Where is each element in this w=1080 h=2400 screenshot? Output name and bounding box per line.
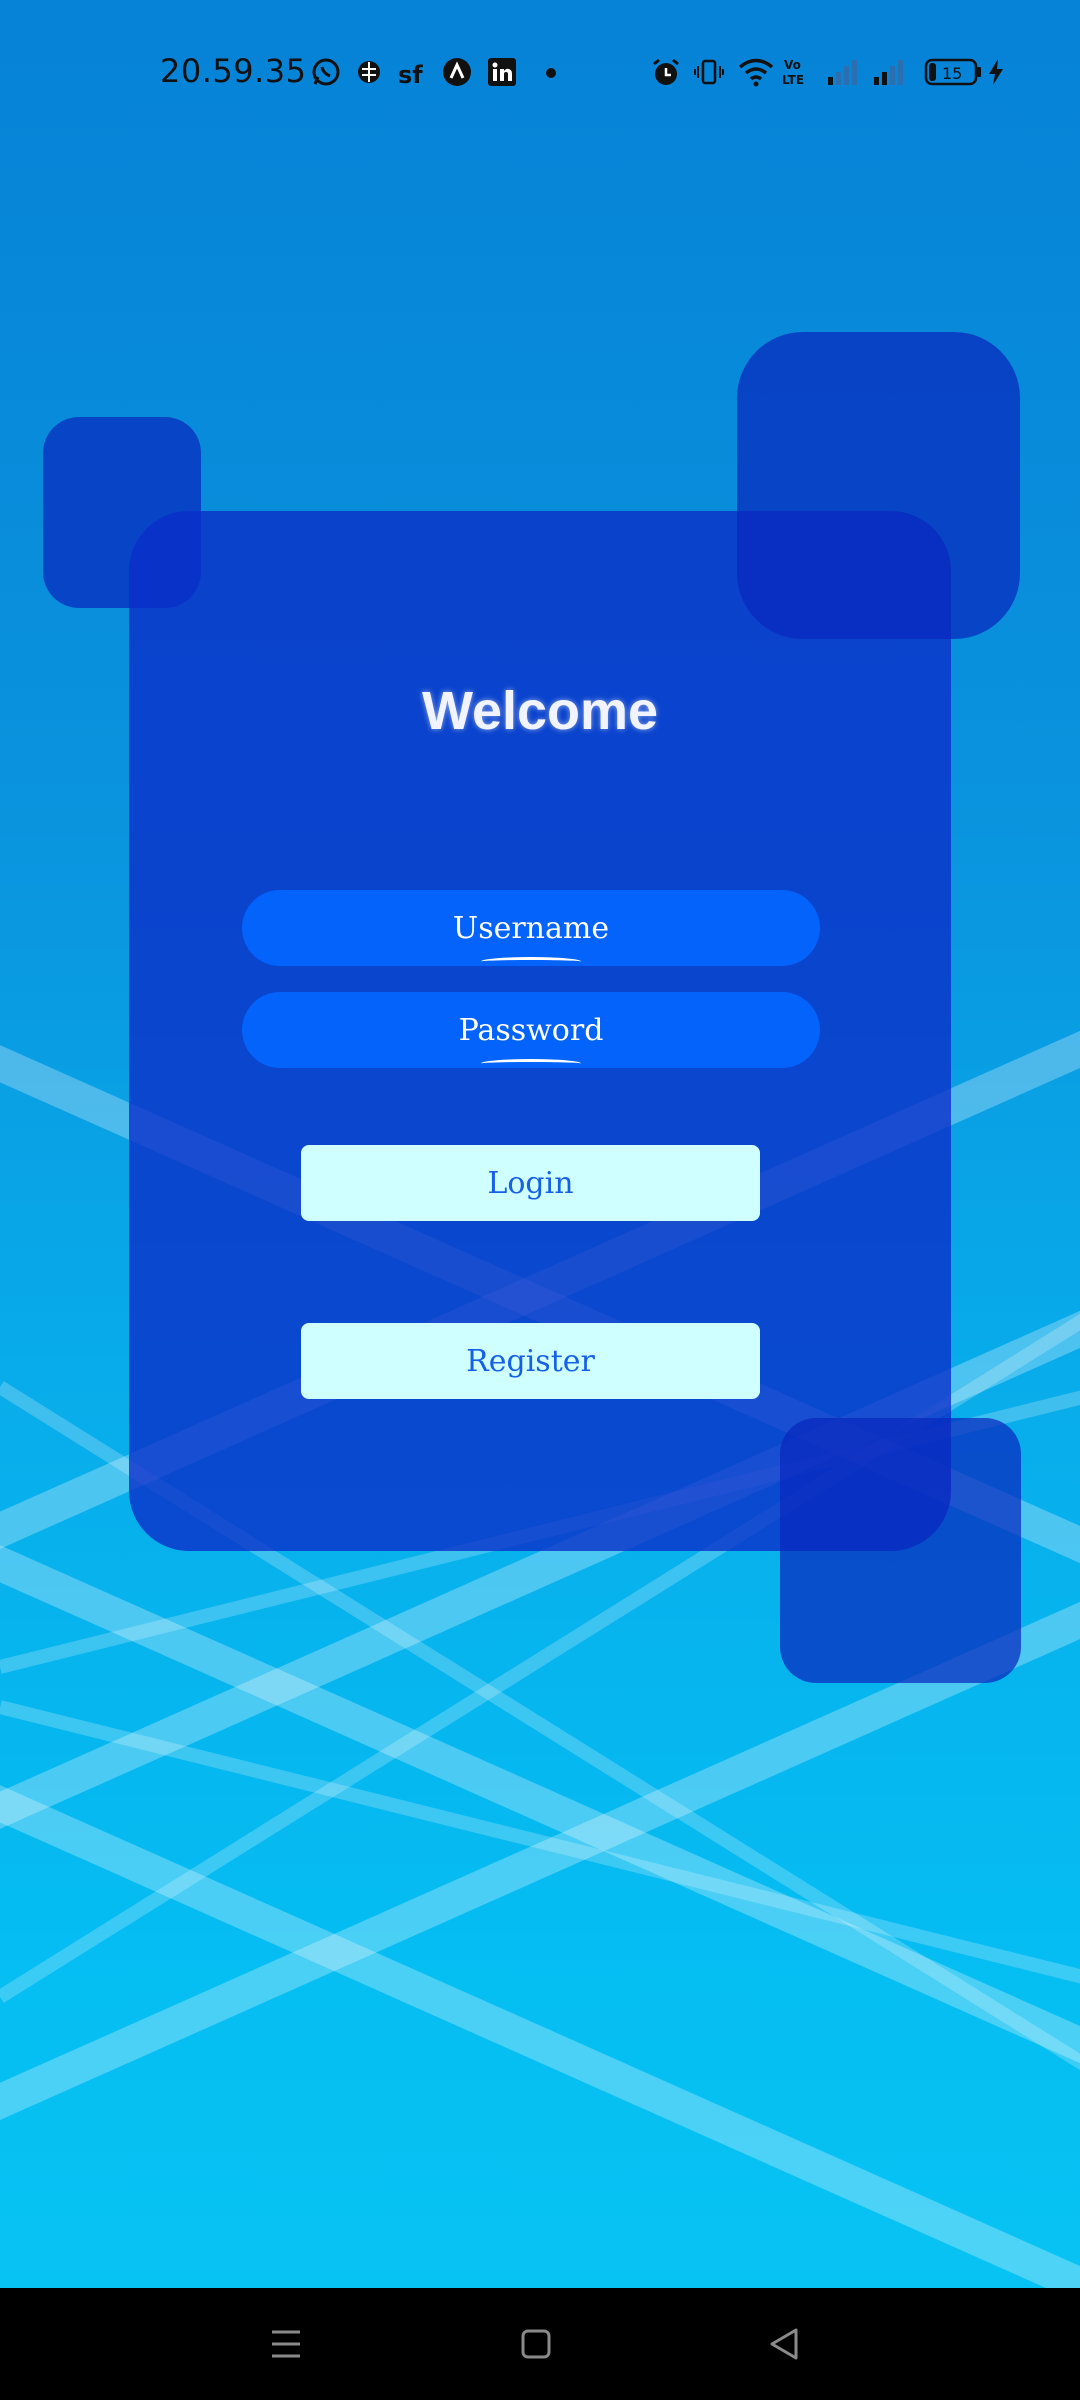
back-icon[interactable] xyxy=(756,2316,812,2372)
home-icon[interactable] xyxy=(508,2316,564,2372)
menu-icon[interactable] xyxy=(258,2316,314,2372)
login-button-label: Login xyxy=(487,1165,574,1201)
svg-text:Vo: Vo xyxy=(784,58,801,72)
svg-text:sf: sf xyxy=(398,61,423,88)
vibrate-icon xyxy=(693,56,725,88)
username-input[interactable]: Username xyxy=(242,890,820,966)
svg-text:LTE: LTE xyxy=(782,73,804,87)
navigation-bar xyxy=(0,2288,1080,2400)
input-underline xyxy=(481,1059,581,1068)
wifi-icon xyxy=(736,56,776,88)
a-icon xyxy=(441,56,473,88)
signal-icon xyxy=(826,56,862,88)
input-underline xyxy=(481,957,581,966)
register-button[interactable]: Register xyxy=(301,1323,760,1399)
battery-level: 15 xyxy=(942,64,962,83)
welcome-title: Welcome xyxy=(421,681,659,741)
alarm-icon xyxy=(650,56,682,88)
whatsapp-icon xyxy=(310,56,342,88)
register-button-label: Register xyxy=(466,1343,595,1379)
linkedin-icon xyxy=(486,56,518,88)
brain-icon xyxy=(353,56,385,88)
signal-icon xyxy=(872,56,908,88)
status-time: 20.59.35 xyxy=(160,52,307,90)
decorative-square xyxy=(780,1418,1021,1683)
password-input[interactable]: Password xyxy=(242,992,820,1068)
sf-icon: sf xyxy=(396,56,428,88)
username-placeholder: Username xyxy=(452,910,610,946)
login-button[interactable]: Login xyxy=(301,1145,760,1221)
volte-icon: Vo LTE xyxy=(782,56,814,88)
status-bar: 20.59.35 sf Vo LTE 15 xyxy=(0,0,1080,142)
notification-dot-icon xyxy=(546,68,556,78)
password-placeholder: Password xyxy=(458,1012,604,1048)
battery-icon: 15 xyxy=(924,56,984,88)
decorative-square xyxy=(737,332,1020,639)
charging-icon xyxy=(984,56,1008,88)
